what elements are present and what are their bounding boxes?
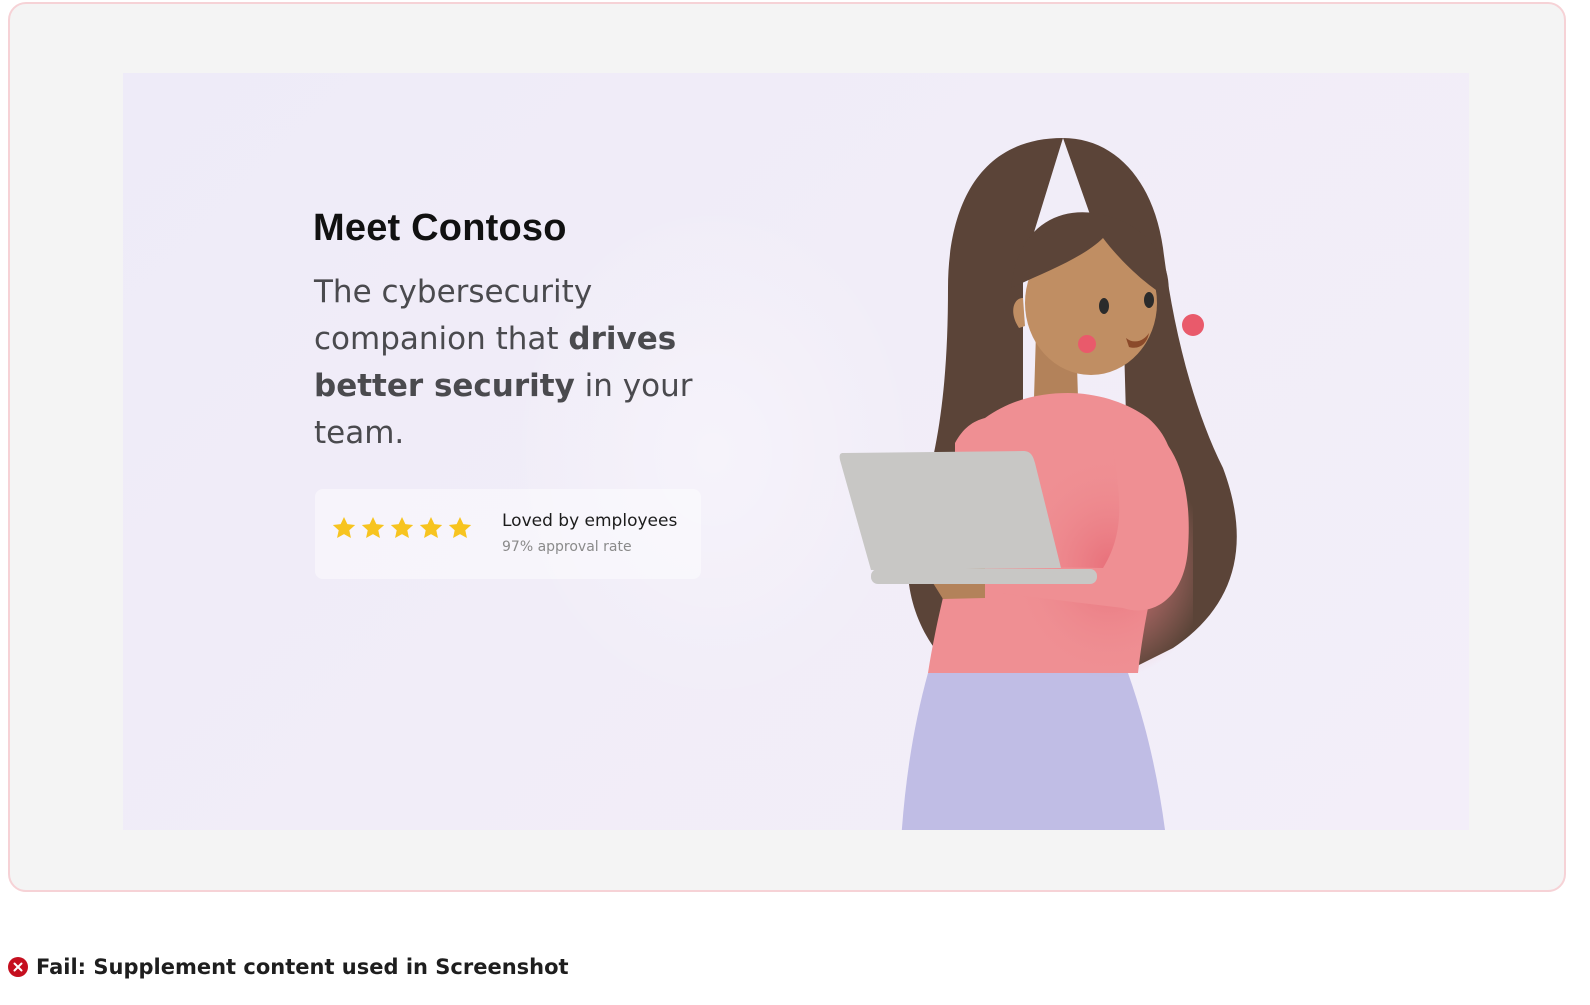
star-icon xyxy=(332,516,356,538)
woman-with-laptop-illustration xyxy=(839,138,1237,830)
skirt-shape xyxy=(901,673,1165,830)
fail-icon xyxy=(8,957,28,977)
right-earring-shape xyxy=(1182,314,1204,336)
laptop-base-shape xyxy=(871,569,1097,584)
laptop-screen-shape xyxy=(839,451,1061,570)
status-text: Fail: Supplement content used in Screens… xyxy=(36,955,569,979)
star-icon xyxy=(448,516,472,538)
hero-tagline: The cybersecurity companion that drives … xyxy=(314,269,704,457)
star-icon xyxy=(419,516,443,538)
star-rating xyxy=(331,515,473,541)
left-earring-shape xyxy=(1078,335,1096,353)
left-eye-shape xyxy=(1099,298,1109,314)
hero-banner: Meet Contoso The cybersecurity companion… xyxy=(123,73,1469,830)
rating-title: Loved by employees xyxy=(502,511,678,531)
right-eye-shape xyxy=(1144,292,1154,308)
screenshot-frame: Meet Contoso The cybersecurity companion… xyxy=(8,2,1566,892)
rating-card: Loved by employees 97% approval rate xyxy=(315,489,701,579)
star-icon xyxy=(361,516,385,538)
star-icon xyxy=(390,516,414,538)
rating-subtitle: 97% approval rate xyxy=(502,539,632,555)
status-message: Fail: Supplement content used in Screens… xyxy=(8,955,569,979)
hero-title: Meet Contoso xyxy=(313,207,567,249)
tagline-part-1: The cybersecurity companion that xyxy=(314,274,593,357)
